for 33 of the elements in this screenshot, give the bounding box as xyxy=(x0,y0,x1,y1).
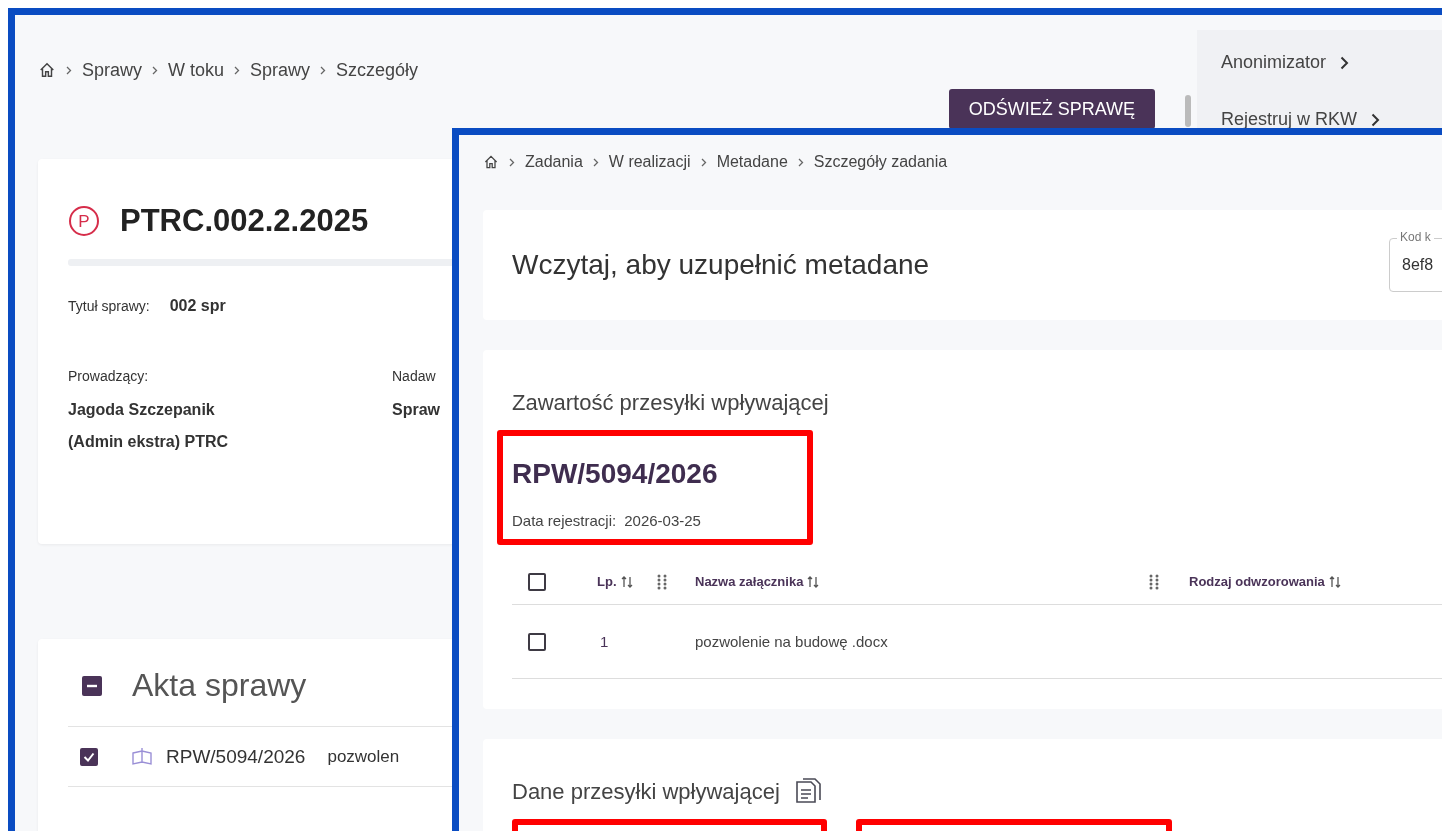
date-value: 2026-03-25 xyxy=(624,512,701,529)
field-label: Nadaw xyxy=(392,368,436,384)
field-label: Prowadzący: xyxy=(68,368,149,384)
date-label: Data rejestracji: xyxy=(512,512,617,529)
breadcrumb-link[interactable]: Sprawy xyxy=(82,59,143,81)
breadcrumb-link[interactable]: W toku xyxy=(168,59,225,81)
breadcrumb-link[interactable]: Szczegóły xyxy=(336,59,419,81)
breadcrumb-link[interactable]: Metadane xyxy=(716,153,788,171)
table-cell: 1 xyxy=(600,633,609,650)
shipment-number: RPW/5094/2026 xyxy=(512,458,719,490)
page-heading: Wczytaj, aby uzupełnić metadane xyxy=(512,249,931,281)
column-header[interactable]: Lp. xyxy=(597,574,617,589)
document-number[interactable]: RPW/5094/2026 xyxy=(166,745,306,768)
table-cell: pozwolenie na budowę .docx xyxy=(695,633,888,650)
section-title: Dane przesyłki wpływającej xyxy=(512,779,780,805)
breadcrumb-link[interactable]: W realizacji xyxy=(608,153,691,171)
section-title: Akta sprawy xyxy=(132,667,307,704)
badge-icon: P xyxy=(68,205,100,237)
refresh-case-button[interactable]: ODŚWIEŻ SPRAWĘ xyxy=(948,89,1155,129)
case-number: PTRC.002.2.2025 xyxy=(120,203,369,239)
column-header[interactable]: Rodzaj odwzorowania xyxy=(1189,574,1325,589)
breadcrumb-link[interactable]: Zadania xyxy=(525,153,583,171)
breadcrumb-link[interactable]: Sprawy xyxy=(250,59,311,81)
side-menu-item[interactable]: Rejestruj w RKW xyxy=(1221,109,1358,130)
side-menu-item[interactable]: Anonimizator xyxy=(1221,52,1327,73)
column-header[interactable]: Nazwa załącznika xyxy=(695,574,804,589)
breadcrumb-link[interactable]: Szczegóły zadania xyxy=(813,153,948,171)
section-title: Zawartość przesyłki wpływającej xyxy=(512,390,829,415)
document-name: pozwolen xyxy=(327,746,400,767)
field-label: Tytuł sprawy: xyxy=(68,298,150,314)
field-value: Jagoda Szczepanik (Admin ekstra) PTRC xyxy=(68,400,229,452)
field-value: Spraw xyxy=(392,400,440,420)
field-value: 002 spr xyxy=(169,296,226,316)
